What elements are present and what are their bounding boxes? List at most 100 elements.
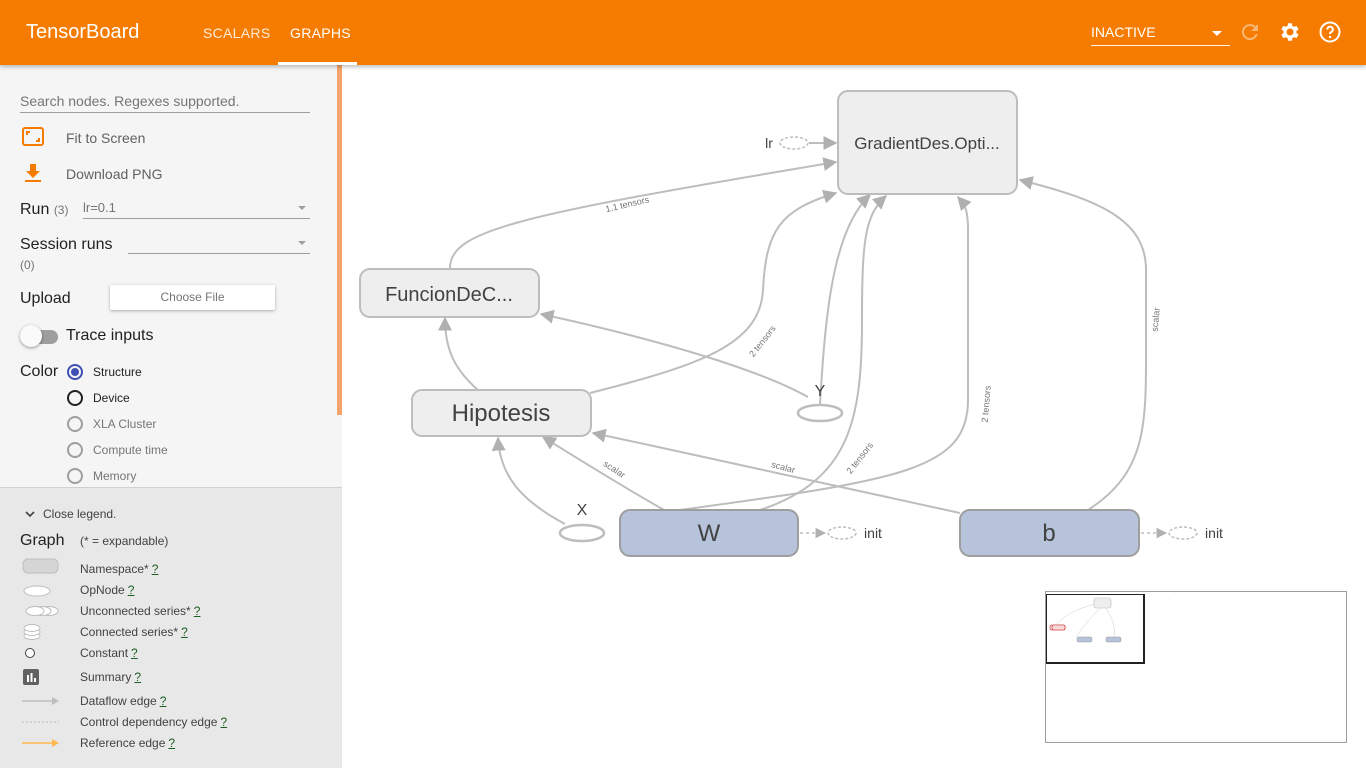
y-opnode[interactable] — [796, 403, 844, 423]
opnode-symbol-icon — [23, 585, 51, 597]
radio-device[interactable] — [67, 390, 83, 406]
legend-summary: Summary? — [80, 670, 141, 684]
legend-constant-label: Constant — [80, 646, 129, 660]
color-label: Color — [20, 363, 59, 380]
choose-file-button[interactable]: Choose File — [110, 285, 275, 310]
radio-xla-cluster-label[interactable]: XLA Cluster — [93, 417, 156, 431]
session-runs-select[interactable] — [128, 232, 310, 254]
radio-xla-cluster[interactable] — [67, 416, 83, 432]
edge-x-to-hipotesis[interactable] — [491, 436, 566, 525]
constant-symbol-icon — [25, 648, 35, 658]
gradient-descent-label: GradientDes.Opti... — [854, 134, 1000, 153]
help-link[interactable]: ? — [160, 694, 167, 708]
edge-label-3: 2 tensors — [844, 440, 875, 476]
legend-namespace-label: Namespace* — [80, 562, 149, 576]
control-dependency-edge-icon — [22, 721, 59, 723]
dataflow-edge-icon — [22, 697, 59, 705]
legend-reference-edge: Reference edge? — [80, 736, 175, 750]
minimap-viewport[interactable] — [1046, 594, 1145, 664]
legend-connected-series-label: Connected series* — [80, 625, 179, 639]
x-opnode[interactable] — [558, 523, 606, 543]
w-init-node[interactable] — [827, 526, 857, 540]
chevron-down-icon[interactable] — [24, 508, 36, 520]
fit-to-screen-icon[interactable] — [22, 126, 44, 148]
radio-device-label[interactable]: Device — [93, 391, 130, 405]
legend-constant: Constant? — [80, 646, 138, 660]
y-label: Y — [815, 383, 826, 400]
run-select[interactable]: lr=0.1 — [83, 197, 310, 219]
app-title: TensorBoard — [26, 21, 140, 43]
download-icon[interactable] — [22, 162, 44, 184]
legend-control-dependency-edge: Control dependency edge? — [80, 715, 227, 729]
edge-w-to-hipotesis[interactable] — [541, 436, 665, 511]
edge-label-6: scalar — [602, 459, 628, 480]
help-link[interactable]: ? — [134, 670, 141, 684]
funcion-label: FuncionDeC... — [385, 284, 513, 306]
run-select-value: lr=0.1 — [83, 200, 116, 215]
edge-funcion-to-gradient[interactable] — [449, 157, 838, 269]
legend-opnode: OpNode? — [80, 583, 134, 597]
run-label: Run — [20, 201, 50, 218]
run-count: (3) — [53, 203, 69, 217]
edge-hipotesis-to-gradient[interactable] — [589, 189, 838, 394]
help-link[interactable]: ? — [152, 562, 159, 576]
session-runs-count: (0) — [20, 258, 35, 272]
run-status-value: INACTIVE — [1091, 24, 1156, 40]
x-label: X — [577, 502, 588, 519]
legend-opnode-label: OpNode — [80, 583, 125, 597]
help-link[interactable]: ? — [194, 604, 201, 618]
b-init-node[interactable] — [1168, 526, 1198, 540]
legend-graph-title: Graph — [20, 532, 65, 549]
connected-series-icon — [23, 624, 41, 640]
run-status-select[interactable]: INACTIVE — [1091, 22, 1230, 46]
trace-inputs-toggle[interactable] — [20, 325, 42, 347]
help-icon[interactable] — [1318, 20, 1342, 44]
svg-text:. .: . . — [1166, 596, 1169, 601]
lr-opnode[interactable] — [779, 136, 809, 150]
tab-scalars[interactable]: SCALARS — [203, 25, 270, 41]
upload-label: Upload — [20, 290, 71, 307]
help-link[interactable]: ? — [181, 625, 188, 639]
lr-label: lr — [765, 135, 773, 151]
chevron-down-icon — [298, 241, 306, 245]
fit-to-screen-button[interactable]: Fit to Screen — [66, 130, 145, 146]
radio-compute-time-label[interactable]: Compute time — [93, 443, 168, 457]
radio-structure-label[interactable]: Structure — [93, 365, 142, 379]
help-link[interactable]: ? — [131, 646, 138, 660]
radio-memory-label[interactable]: Memory — [93, 469, 136, 483]
active-tab-indicator — [278, 62, 357, 65]
close-legend-button[interactable]: Close legend. — [43, 507, 116, 521]
session-runs-label: Session runs — [20, 236, 113, 253]
legend-dataflow-edge: Dataflow edge? — [80, 694, 166, 708]
search-nodes-input[interactable]: Search nodes. Regexes supported. — [20, 91, 310, 113]
radio-structure[interactable] — [67, 364, 83, 380]
legend-connected-series: Connected series*? — [80, 625, 188, 639]
legend-reference-edge-label: Reference edge — [80, 736, 166, 750]
help-link[interactable]: ? — [220, 715, 227, 729]
radio-compute-time[interactable] — [67, 442, 83, 458]
edge-hipotesis-to-funcion[interactable] — [438, 316, 479, 391]
chevron-down-icon — [298, 206, 306, 210]
edge-label-4: 2 tensors — [980, 385, 993, 423]
run-label-group: Run (3) — [20, 201, 68, 219]
reload-icon[interactable] — [1238, 20, 1262, 44]
settings-gear-icon[interactable] — [1278, 20, 1302, 44]
b-label: b — [1042, 520, 1055, 547]
summary-symbol-icon — [23, 669, 39, 685]
w-init-label: init — [864, 525, 882, 541]
hipotesis-label: Hipotesis — [452, 400, 551, 427]
legend-control-dependency-edge-label: Control dependency edge — [80, 715, 218, 729]
search-placeholder: Search nodes. Regexes supported. — [20, 93, 240, 109]
download-png-button[interactable]: Download PNG — [66, 166, 163, 182]
edge-label-2: 2 tensors — [747, 323, 778, 359]
legend-dataflow-edge-label: Dataflow edge — [80, 694, 157, 708]
radio-memory[interactable] — [67, 468, 83, 484]
edge-b-to-gradient[interactable] — [1018, 176, 1148, 511]
edge-label-5: scalar — [1150, 307, 1162, 332]
help-link[interactable]: ? — [168, 736, 175, 750]
b-init-label: init — [1205, 525, 1223, 541]
tab-graphs[interactable]: GRAPHS — [290, 25, 351, 41]
legend-namespace: Namespace*? — [80, 562, 158, 576]
help-link[interactable]: ? — [128, 583, 135, 597]
graph-minimap[interactable]: . . — [1045, 591, 1347, 743]
